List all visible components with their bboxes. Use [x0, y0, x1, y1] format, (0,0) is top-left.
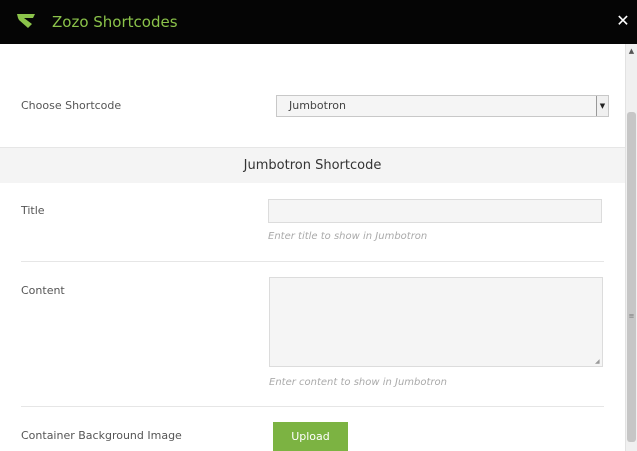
chevron-down-icon[interactable]: ▼	[596, 96, 608, 116]
shortcode-select-value: Jumbotron	[289, 99, 346, 112]
choose-shortcode-label: Choose Shortcode	[21, 99, 122, 112]
content-hint: Enter content to show in Jumbotron	[269, 377, 448, 388]
shortcode-select[interactable]: Jumbotron ▼	[276, 95, 609, 117]
zozo-logo-icon	[17, 14, 35, 28]
title-bar: Zozo Shortcodes ✕	[0, 0, 637, 44]
grip-icon: ≡	[628, 312, 635, 320]
resize-handle-icon[interactable]: ◢	[595, 359, 601, 365]
content-textarea[interactable]: ◢	[269, 277, 603, 367]
divider	[21, 261, 604, 262]
upload-button[interactable]: Upload	[273, 422, 348, 451]
section-header: Jumbotron Shortcode	[0, 147, 625, 183]
background-image-label: Container Background Image	[21, 429, 182, 442]
shortcode-form: Choose Shortcode Jumbotron ▼ Jumbotron S…	[0, 44, 625, 451]
app-title: Zozo Shortcodes	[52, 13, 178, 31]
section-title: Jumbotron Shortcode	[243, 158, 382, 173]
close-icon[interactable]: ✕	[614, 11, 632, 31]
title-label: Title	[21, 204, 45, 217]
scrollbar[interactable]: ▲ ≡	[625, 44, 637, 451]
divider	[21, 406, 604, 407]
content-label: Content	[21, 284, 65, 297]
title-hint: Enter title to show in Jumbotron	[268, 231, 428, 242]
title-input[interactable]	[268, 199, 602, 223]
scroll-up-icon[interactable]: ▲	[626, 46, 637, 56]
scrollbar-thumb[interactable]: ≡	[627, 112, 636, 442]
